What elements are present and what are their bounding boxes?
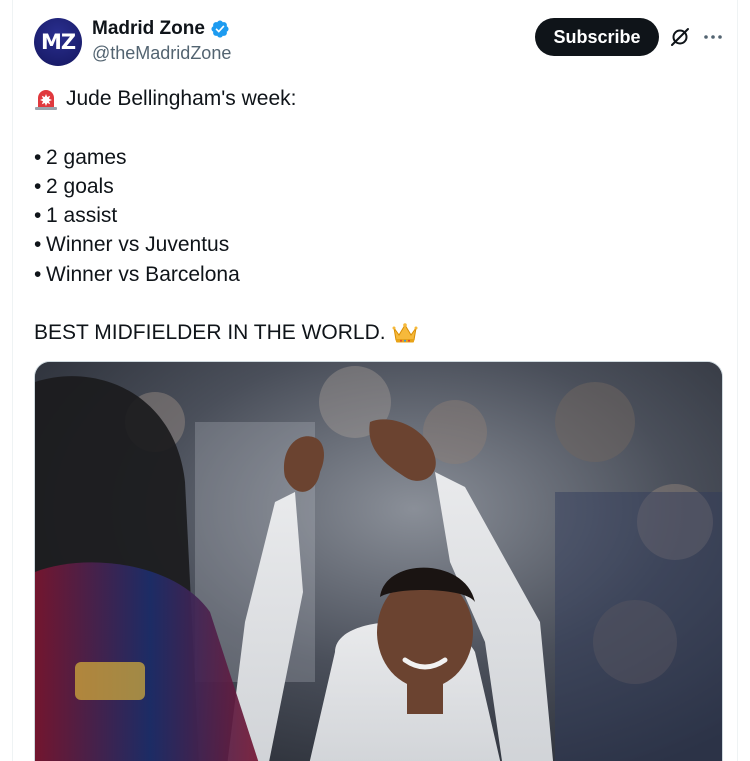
name-row: Madrid Zone	[92, 17, 231, 41]
bullet: •	[34, 262, 42, 286]
intro-text: Jude Bellingham's week:	[66, 87, 297, 110]
card-border-left	[12, 0, 13, 761]
list-item-text: 2 goals	[46, 174, 114, 198]
tweet-text: Jude Bellingham's week: • 2 games • 2 go…	[34, 84, 714, 348]
list-item: • Winner vs Barcelona	[34, 260, 714, 289]
verified-badge-icon	[210, 19, 230, 39]
bullet: •	[34, 145, 42, 169]
bullet: •	[34, 174, 42, 198]
avatar[interactable]: MZ	[34, 18, 82, 66]
display-name[interactable]: Madrid Zone	[92, 18, 205, 40]
tweet-header: MZ Madrid Zone @theMadridZone Subscribe	[34, 16, 738, 68]
list-item: • 1 assist	[34, 201, 714, 230]
crown-emoji-icon	[392, 322, 418, 344]
closing-line: BEST MIDFIELDER IN THE WORLD.	[34, 318, 714, 347]
list-item: • Winner vs Juventus	[34, 230, 714, 259]
list-item: • 2 games	[34, 143, 714, 172]
bullet: •	[34, 233, 42, 257]
photo-illustration	[35, 362, 722, 761]
list-item-text: 2 games	[46, 145, 127, 169]
grok-icon[interactable]	[668, 25, 692, 49]
handle[interactable]: @theMadridZone	[92, 43, 231, 64]
avatar-logo: MZ	[40, 30, 76, 54]
bullet: •	[34, 204, 42, 228]
list-item-text: Winner vs Barcelona	[46, 262, 240, 286]
list-item-text: Winner vs Juventus	[46, 233, 230, 257]
list-item-text: 1 assist	[46, 204, 118, 228]
author-names: Madrid Zone @theMadridZone	[92, 17, 231, 64]
list-item: • 2 goals	[34, 172, 714, 201]
card-border-right	[737, 0, 738, 761]
intro-line: Jude Bellingham's week:	[34, 84, 714, 113]
subscribe-button[interactable]: Subscribe	[535, 18, 659, 56]
closing-text: BEST MIDFIELDER IN THE WORLD.	[34, 321, 386, 345]
tweet-photo[interactable]	[34, 361, 723, 761]
more-icon[interactable]	[701, 25, 725, 49]
rotating-light-emoji-icon	[34, 87, 58, 111]
